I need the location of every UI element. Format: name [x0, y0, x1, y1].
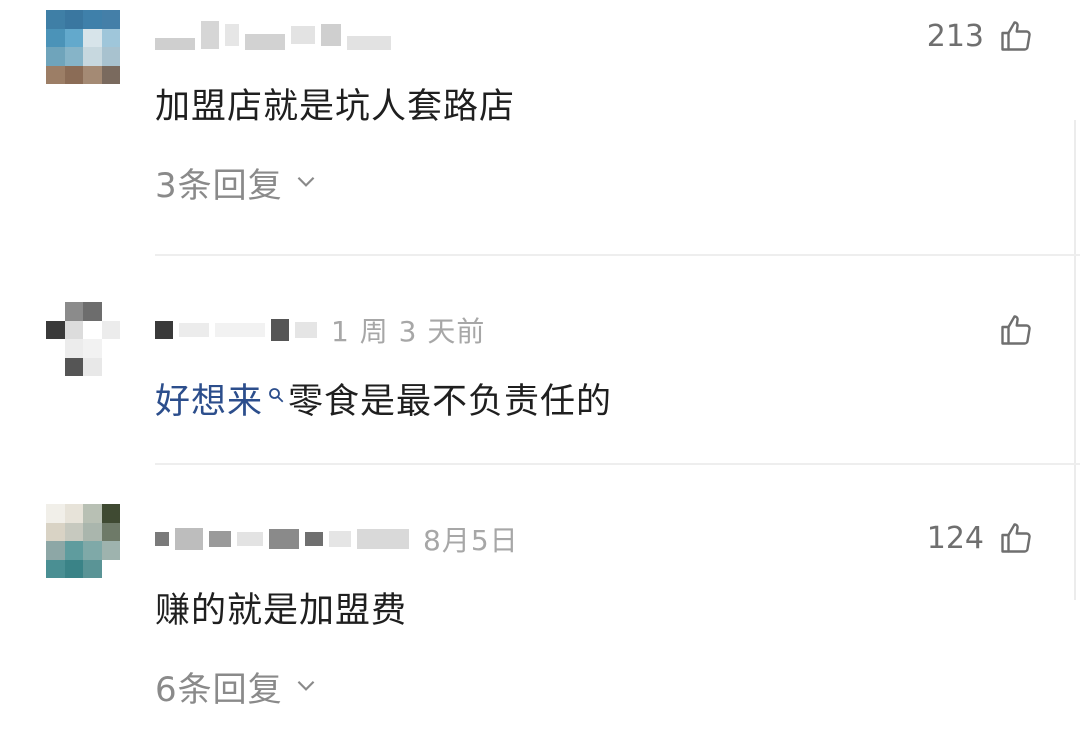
comment-time: 1 周 3 天前 [331, 315, 486, 348]
avatar[interactable] [46, 10, 120, 84]
username-redacted[interactable] [155, 528, 409, 550]
search-icon[interactable] [267, 373, 285, 413]
thumbs-up-icon [998, 18, 1034, 54]
username-redacted[interactable] [155, 20, 391, 50]
comment-time: 8月5日 [423, 524, 519, 557]
divider [155, 463, 1080, 465]
view-replies-button[interactable]: 3条回复 [155, 158, 319, 207]
username-redacted[interactable] [155, 319, 317, 341]
thumbs-up-icon [998, 312, 1034, 348]
comment-meta: 1 周 3 天前 [155, 315, 485, 348]
comment-meta: 8月5日 [155, 524, 519, 557]
replies-label: 6条回复 [155, 670, 283, 710]
comment-text-body: 零食是最不负责任的 [288, 382, 613, 422]
like-button[interactable]: 124 [927, 520, 1034, 556]
view-replies-button[interactable]: 6条回复 [155, 662, 319, 711]
comment-list: 213 加盟店就是坑人套路店 3条回复 1 周 3 天前 好想来 零食是最不负责… [0, 0, 1080, 749]
comment-text: 赚的就是加盟费 [155, 591, 408, 631]
like-count: 213 [926, 18, 984, 54]
like-button[interactable] [984, 312, 1034, 348]
thumbs-up-icon [998, 520, 1034, 556]
avatar[interactable] [46, 302, 120, 376]
divider [155, 254, 1080, 256]
scroll-edge [1074, 120, 1076, 600]
comment-meta [155, 20, 405, 50]
keyword-link[interactable]: 好想来 [155, 382, 263, 422]
avatar[interactable] [46, 504, 120, 578]
chevron-down-icon [293, 667, 319, 707]
like-button[interactable]: 213 [927, 18, 1034, 54]
replies-label: 3条回复 [155, 166, 283, 206]
comment-text: 加盟店就是坑人套路店 [155, 87, 516, 127]
like-count: 124 [926, 520, 984, 556]
comment-text: 好想来 零食是最不负责任的 [155, 373, 612, 424]
chevron-down-icon [293, 163, 319, 203]
